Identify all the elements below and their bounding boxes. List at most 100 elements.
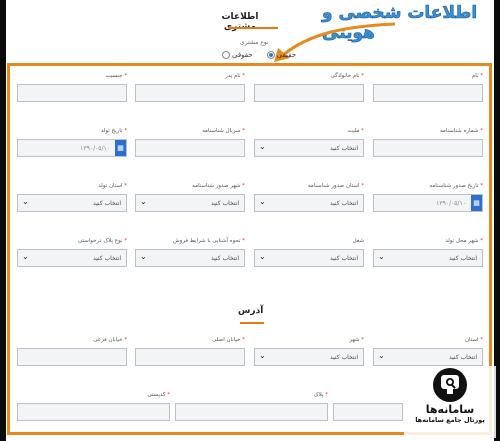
field-label: نام پدر — [225, 73, 241, 79]
address-city-field: شهر * ⌄ انتخاب کنید — [254, 336, 364, 366]
id-issue-city-field: شهر صدور شناسنامه * ⌄ انتخاب کنید — [135, 182, 245, 212]
calendar-icon[interactable]: ▦ — [115, 140, 126, 156]
address-underline — [240, 322, 264, 324]
job-select[interactable]: ⌄ انتخاب کنید — [254, 249, 364, 267]
radio-legal-dot[interactable] — [222, 51, 230, 59]
field-label: سریال شناسنامه — [202, 128, 241, 134]
plaque-field: پلاک * — [175, 391, 328, 421]
select-value: انتخاب کنید — [448, 255, 477, 262]
id-number-input[interactable] — [373, 139, 483, 157]
field-label: شهر محل تولد — [445, 238, 479, 244]
field-label: ملیت — [347, 128, 360, 134]
field-label: شماره شناسنامه — [439, 128, 479, 134]
field-label: نحوه آشنایی با شرایط فروش — [172, 238, 241, 244]
address-city-select[interactable]: ⌄ انتخاب کنید — [254, 348, 364, 366]
father-name-field: نام پدر * — [135, 72, 245, 102]
customer-type-radio-group: حقوقی حقیقی — [222, 51, 296, 59]
birth-province-select[interactable]: ⌄ انتخاب کنید — [17, 194, 127, 212]
birth-city-select[interactable]: ⌄ انتخاب کنید — [373, 249, 483, 267]
field-label: تاریخ صدور شناسنامه — [429, 183, 479, 189]
samanehha-logo: سامانه‌ها پورتال جامع سامانه‌ها — [404, 366, 496, 438]
customer-type-label: نوع مشتری — [240, 39, 269, 46]
plate-type-select[interactable]: ⌄ انتخاب کنید — [17, 249, 127, 267]
first-name-input[interactable] — [373, 84, 483, 102]
field-label: استان — [464, 337, 479, 343]
nationality-field: ملیت * ⌄ انتخاب کنید — [254, 127, 364, 157]
screenshot-frame: اطلاعات مشتری اطلاعات شخصی و هویتی نوع م… — [0, 0, 500, 441]
postal-code-field: کدپستی * — [17, 391, 170, 421]
father-name-input[interactable] — [135, 84, 245, 102]
chevron-down-icon: ⌄ — [378, 351, 385, 360]
date-value: ۱۳۹۰/۰۵/۱۰ — [80, 145, 110, 152]
id-issue-date-field: تاریخ صدور شناسنامه * ▦ ۱۳۹۰/۰۵/۱۰ — [373, 182, 483, 212]
radio-natural-label: حقیقی — [276, 51, 297, 59]
select-value: انتخاب کنید — [448, 354, 477, 361]
logo-brand: سامانه‌ها — [425, 403, 475, 416]
select-value: انتخاب کنید — [210, 200, 239, 207]
first-name-field: نام * — [373, 72, 483, 102]
radio-natural-dot[interactable] — [266, 51, 275, 59]
id-serial-input[interactable] — [135, 139, 245, 157]
birth-date-field: تاریخ تولد * ▦ ۱۳۹۰/۰۵/۱۰ — [17, 127, 127, 157]
field-label: نام — [471, 73, 479, 79]
postal-code-input[interactable] — [17, 403, 170, 421]
left-border — [0, 0, 6, 441]
field-label: جنسیت — [105, 73, 123, 79]
chevron-down-icon: ⌄ — [259, 351, 266, 360]
last-name-field: نام خانوادگی * — [254, 72, 364, 102]
acquaintance-select[interactable]: ⌄ انتخاب کنید — [135, 249, 245, 267]
field-label: نوع پلاک درخواستی — [77, 238, 123, 244]
chevron-down-icon: ⌄ — [140, 197, 147, 206]
id-issue-city-select[interactable]: ⌄ انتخاب کنید — [135, 194, 245, 212]
select-value: انتخاب کنید — [329, 255, 358, 262]
field-label: استان تولد — [98, 183, 123, 189]
birth-province-field: استان تولد * ⌄ انتخاب کنید — [17, 182, 127, 212]
section-title: اطلاعات مشتری — [221, 12, 259, 32]
address-extra-field — [333, 391, 403, 421]
radio-legal[interactable]: حقوقی — [222, 51, 253, 59]
chevron-down-icon: ⌄ — [22, 252, 29, 261]
address-title: آدرس — [238, 306, 264, 316]
select-value: انتخاب کنید — [210, 255, 239, 262]
field-label: کدپستی — [147, 392, 166, 398]
chevron-down-icon: ⌄ — [259, 197, 266, 206]
id-number-field: شماره شناسنامه * — [373, 127, 483, 157]
field-label: تاریخ تولد — [100, 128, 123, 134]
plaque-input[interactable] — [175, 403, 328, 421]
field-label: شهر صدور شناسنامه — [192, 183, 241, 189]
chevron-down-icon: ⌄ — [259, 142, 266, 151]
last-name-input[interactable] — [254, 84, 364, 102]
field-label: نام خانوادگی — [330, 73, 360, 79]
job-field: شغل ⌄ انتخاب کنید — [254, 237, 364, 267]
chevron-down-icon: ⌄ — [259, 252, 266, 261]
field-label: شغل — [352, 238, 364, 244]
chevron-down-icon: ⌄ — [22, 197, 29, 206]
radio-natural[interactable]: حقیقی — [266, 51, 297, 59]
address-extra-input[interactable] — [333, 403, 403, 421]
gender-input[interactable] — [17, 84, 127, 102]
field-label: استان صدور شناسنامه — [307, 183, 360, 189]
gender-field: جنسیت * — [17, 72, 127, 102]
calendar-icon[interactable]: ▦ — [471, 195, 482, 211]
logo-tagline: پورتال جامع سامانه‌ها — [415, 416, 485, 424]
main-street-input[interactable] — [135, 348, 245, 366]
id-serial-field: سریال شناسنامه * — [135, 127, 245, 157]
select-value: انتخاب کنید — [92, 255, 121, 262]
select-value: انتخاب کنید — [329, 145, 358, 152]
main-street-field: خیابان اصلی * — [135, 336, 245, 366]
id-issue-province-select[interactable]: ⌄ انتخاب کنید — [254, 194, 364, 212]
id-issue-date-input[interactable]: ▦ ۱۳۹۰/۰۵/۱۰ — [373, 194, 483, 212]
field-label: شهر — [349, 337, 360, 343]
date-value: ۱۳۹۰/۰۵/۱۰ — [436, 200, 466, 207]
field-label: پلاک — [313, 392, 324, 398]
address-province-select[interactable]: ⌄ انتخاب کنید — [373, 348, 483, 366]
field-label: خیابان فرعی — [93, 337, 123, 343]
nationality-select[interactable]: ⌄ انتخاب کنید — [254, 139, 364, 157]
birth-date-input[interactable]: ▦ ۱۳۹۰/۰۵/۱۰ — [17, 139, 127, 157]
side-street-input[interactable] — [17, 348, 127, 366]
select-value: انتخاب کنید — [329, 354, 358, 361]
chevron-down-icon: ⌄ — [140, 252, 147, 261]
plate-type-field: نوع پلاک درخواستی * ⌄ انتخاب کنید — [17, 237, 127, 267]
birth-city-field: شهر محل تولد * ⌄ انتخاب کنید — [373, 237, 483, 267]
select-value: انتخاب کنید — [329, 200, 358, 207]
